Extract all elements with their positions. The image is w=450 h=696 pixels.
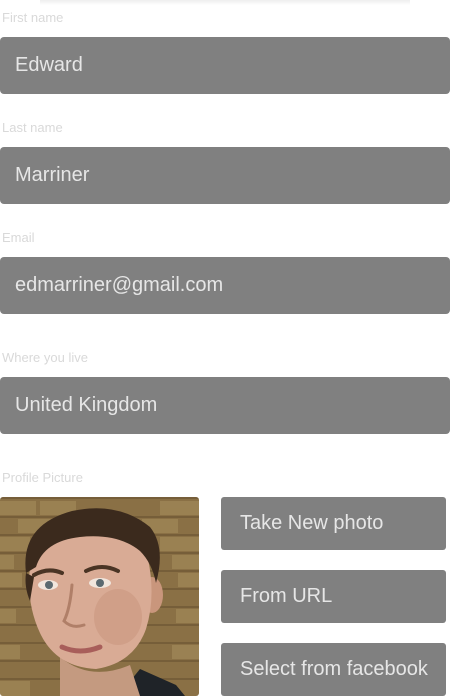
select-from-facebook-button[interactable]: Select from facebook: [221, 643, 446, 696]
take-new-photo-button[interactable]: Take New photo: [221, 497, 446, 550]
email-label: Email: [2, 230, 35, 245]
last-name-label: Last name: [2, 120, 63, 135]
from-url-button[interactable]: From URL: [221, 570, 446, 623]
first-name-label: First name: [2, 10, 64, 25]
profile-photo-image: [0, 497, 199, 696]
profile-photo: [0, 497, 199, 696]
email-field[interactable]: edmarriner@gmail.com: [0, 257, 450, 314]
location-label: Where you live: [2, 350, 88, 365]
profile-picture-label: Profile Picture: [2, 470, 83, 485]
last-name-field[interactable]: Marriner: [0, 147, 450, 204]
top-shadow-divider: [40, 0, 410, 5]
location-field[interactable]: United Kingdom: [0, 377, 450, 434]
first-name-field[interactable]: Edward: [0, 37, 450, 94]
